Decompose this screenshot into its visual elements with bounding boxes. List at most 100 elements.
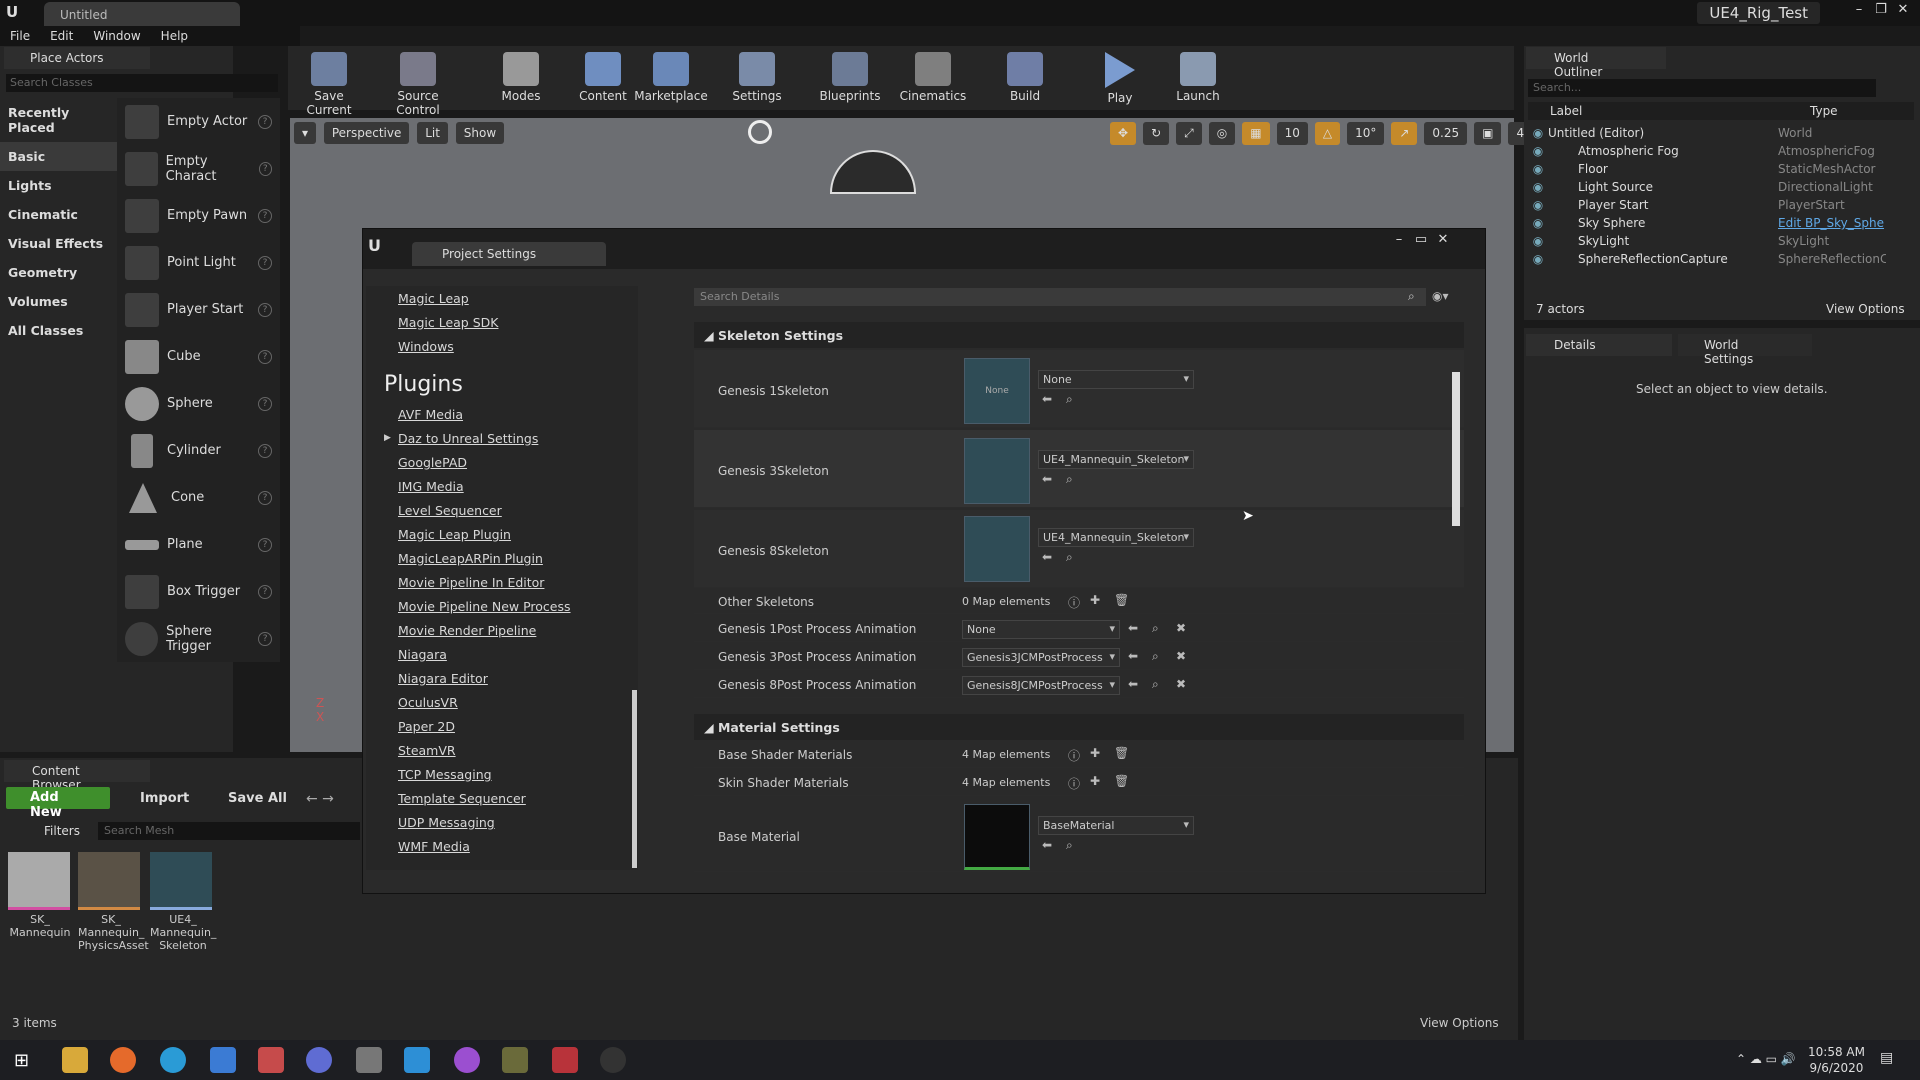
browse-icon[interactable]: ⌕ [1152, 649, 1159, 664]
asset-tile-sk-mannequin[interactable]: SK_ Mannequin [8, 852, 72, 939]
menu-file[interactable]: File [0, 26, 40, 46]
actor-sphere-trigger[interactable]: Sphere Trigger? [117, 615, 280, 662]
col-label[interactable]: Label [1550, 104, 1582, 118]
nav-magic-leap-plugin[interactable]: Magic Leap Plugin [366, 523, 636, 547]
add-icon[interactable]: ✚ [1090, 774, 1100, 788]
tab-details[interactable]: Details [1526, 334, 1672, 356]
outliner-view-options[interactable]: View Options [1826, 302, 1905, 316]
eye-icon[interactable]: ◉ [1528, 216, 1548, 230]
delete-icon[interactable]: 🗑 [1114, 593, 1129, 607]
play-button[interactable]: Play [1083, 48, 1157, 106]
nav-googlepad[interactable]: GooglePAD [366, 451, 636, 475]
asset-picker-dropdown[interactable]: UE4_Mannequin_Skeleton [1038, 450, 1194, 469]
lit-button[interactable]: Lit [417, 122, 448, 144]
world-icon[interactable]: ◎ [1208, 122, 1236, 145]
skeleton-thumbnail[interactable]: None [964, 358, 1030, 424]
minimize-icon[interactable]: – [1388, 232, 1410, 247]
eye-icon[interactable]: ◉ [1528, 198, 1548, 212]
angle-value[interactable]: 10° [1347, 122, 1385, 145]
menu-window[interactable]: Window [83, 26, 150, 46]
outliner-row-skylight[interactable]: ◉ SkyLight SkyLight [1528, 232, 1914, 250]
browse-icon[interactable]: ⌕ [1066, 550, 1073, 565]
actor-box-trigger[interactable]: Box Trigger? [117, 568, 280, 615]
close-icon[interactable]: ✕ [1892, 2, 1914, 17]
help-icon[interactable]: ? [258, 255, 272, 270]
nav-steamvr[interactable]: SteamVR [366, 739, 636, 763]
nav-template-sequencer[interactable]: Template Sequencer [366, 787, 636, 811]
build-button[interactable]: Build [988, 48, 1062, 106]
nav-niagara[interactable]: Niagara [366, 643, 636, 667]
maximize-icon[interactable]: ▭ [1410, 232, 1432, 247]
nav-movie-pipeline-editor[interactable]: Movie Pipeline In Editor [366, 571, 636, 595]
eye-icon[interactable]: ◉ [1528, 180, 1548, 194]
photos-icon[interactable] [404, 1047, 430, 1073]
category-basic[interactable]: Basic [0, 142, 117, 171]
asset-picker-dropdown[interactable]: BaseMaterial [1038, 816, 1194, 835]
app-icon[interactable] [552, 1047, 578, 1073]
outliner-row-player-start[interactable]: ◉ Player Start PlayerStart [1528, 196, 1914, 214]
nav-tcp-messaging[interactable]: TCP Messaging [366, 763, 636, 787]
category-volumes[interactable]: Volumes [0, 287, 117, 316]
nav-magic-leap[interactable]: Magic Leap [366, 287, 636, 311]
content-search-input[interactable]: Search Mesh [98, 822, 360, 840]
outliner-row-floor[interactable]: ◉ Floor StaticMeshActor [1528, 160, 1914, 178]
help-icon[interactable]: ? [258, 537, 272, 552]
clear-icon[interactable]: ✖ [1176, 677, 1186, 691]
use-selected-icon[interactable]: ⬅ [1042, 838, 1052, 852]
notification-icon[interactable]: ▤ [1880, 1050, 1893, 1066]
grid-size-value[interactable]: 10 [1276, 122, 1308, 145]
help-icon[interactable]: ⓘ [1068, 594, 1080, 611]
translate-icon[interactable]: ✥ [1110, 122, 1137, 145]
add-icon[interactable]: ✚ [1090, 746, 1100, 760]
tab-place-actors[interactable]: Place Actors [4, 47, 150, 69]
outliner-row-sphere-reflection[interactable]: ◉ SphereReflectionCapture SphereReflection… [1528, 250, 1914, 268]
scale-value[interactable]: 0.25 [1424, 122, 1468, 145]
firefox-icon[interactable] [110, 1047, 136, 1073]
app-icon[interactable] [210, 1047, 236, 1073]
add-icon[interactable]: ✚ [1090, 593, 1100, 607]
viewport-options-button[interactable]: ▾ [294, 122, 317, 144]
nav-arrows[interactable]: ← → [306, 791, 334, 807]
app-icon[interactable] [454, 1047, 480, 1073]
clock[interactable]: 10:58 AM 9/6/2020 [1808, 1044, 1865, 1076]
windows-start-icon[interactable]: ⊞ [14, 1050, 29, 1071]
browse-icon[interactable]: ⌕ [1152, 621, 1159, 636]
help-icon[interactable]: ? [258, 396, 272, 411]
search-details-input[interactable]: Search Details [694, 288, 1426, 306]
help-icon[interactable]: ? [258, 161, 272, 176]
content-view-options[interactable]: View Options [1420, 1016, 1499, 1030]
browse-icon[interactable]: ⌕ [1152, 677, 1159, 692]
file-explorer-icon[interactable] [62, 1047, 88, 1073]
unreal-engine-icon[interactable] [600, 1047, 626, 1073]
col-type[interactable]: Type [1810, 104, 1838, 118]
perspective-button[interactable]: Perspective [323, 122, 410, 144]
tab-document[interactable]: Untitled [44, 2, 240, 26]
eye-icon[interactable]: ◉ [1528, 126, 1548, 140]
nav-level-sequencer[interactable]: Level Sequencer [366, 499, 636, 523]
daz-studio-icon[interactable] [502, 1047, 528, 1073]
visibility-icon[interactable]: ◉▾ [1432, 289, 1449, 303]
save-current-button[interactable]: Save Current [292, 48, 366, 117]
marketplace-button[interactable]: Marketplace [634, 48, 708, 106]
actor-point-light[interactable]: Point Light? [117, 239, 280, 286]
actor-plane[interactable]: Plane? [117, 521, 280, 568]
nav-oculusvr[interactable]: OculusVR [366, 691, 636, 715]
use-selected-icon[interactable]: ⬅ [1042, 472, 1052, 486]
use-selected-icon[interactable]: ⬅ [1128, 649, 1138, 663]
post-process-dropdown[interactable]: Genesis8JCMPostProcess [962, 676, 1120, 695]
filters-button[interactable]: Filters [44, 824, 80, 838]
nav-movie-render[interactable]: Movie Render Pipeline [366, 619, 636, 643]
post-process-dropdown[interactable]: Genesis3JCMPostProcess [962, 648, 1120, 667]
clear-icon[interactable]: ✖ [1176, 621, 1186, 635]
search-classes-input[interactable]: Search Classes [6, 74, 278, 92]
browse-icon[interactable]: ⌕ [1066, 472, 1073, 487]
post-process-dropdown[interactable]: None [962, 620, 1120, 639]
outliner-row-atmospheric-fog[interactable]: ◉ Atmospheric Fog AtmosphericFog [1528, 142, 1914, 160]
category-all-classes[interactable]: All Classes [0, 316, 117, 345]
angle-snap-icon[interactable]: △ [1314, 122, 1341, 145]
save-all-button[interactable]: Save All [228, 791, 287, 806]
blueprints-button[interactable]: Blueprints [813, 48, 887, 106]
modes-button[interactable]: Modes [484, 48, 558, 106]
scale-icon[interactable]: ⤢ [1176, 122, 1202, 145]
menu-edit[interactable]: Edit [40, 26, 83, 46]
